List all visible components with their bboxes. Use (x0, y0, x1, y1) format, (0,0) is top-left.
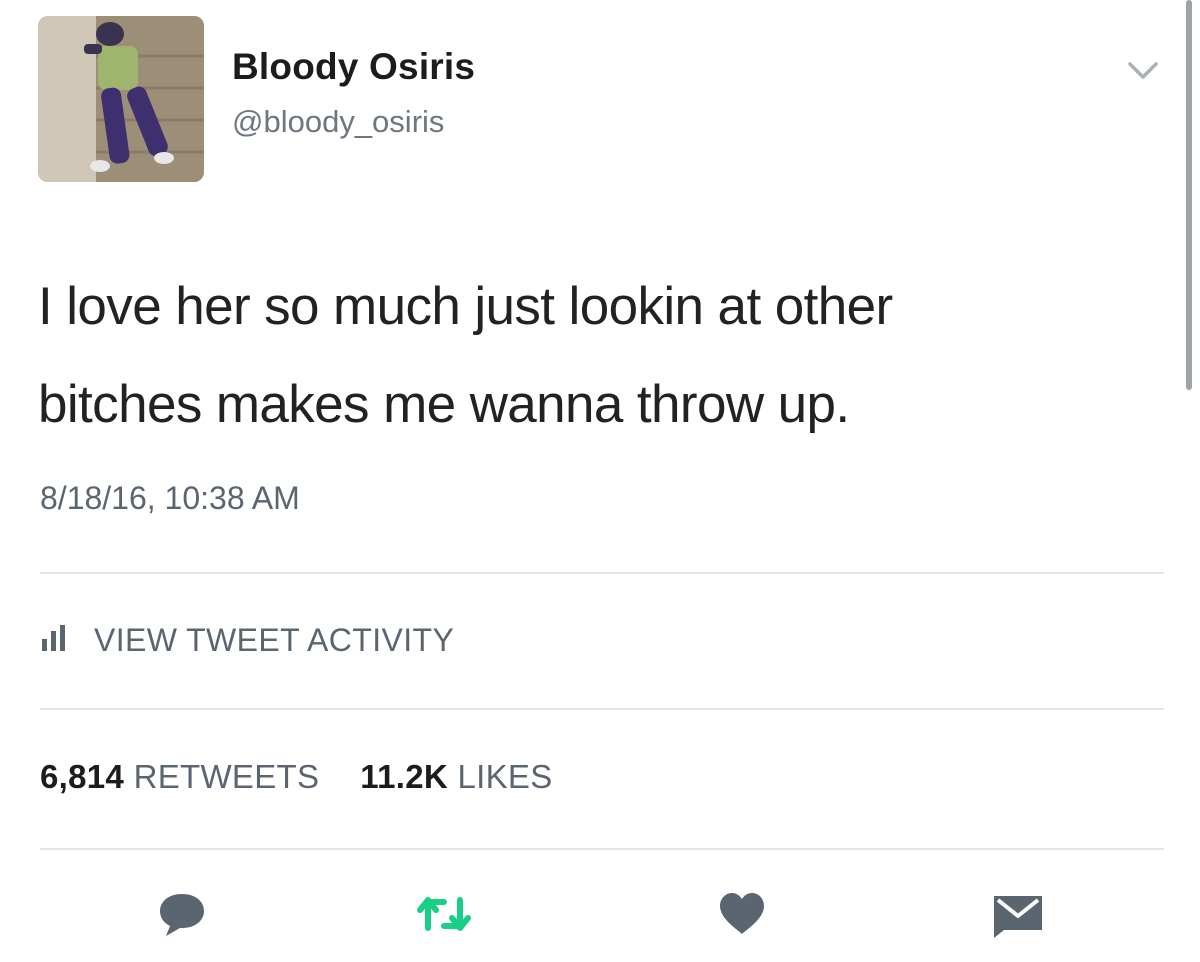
avatar-photo (38, 16, 204, 182)
retweet-icon (412, 888, 476, 945)
scrollbar[interactable] (1186, 0, 1192, 390)
likes-label: LIKES (457, 758, 553, 795)
likes-stat[interactable]: 11.2K LIKES (360, 758, 552, 795)
retweets-label: RETWEETS (133, 758, 320, 795)
view-tweet-activity-label: VIEW TWEET ACTIVITY (94, 621, 455, 658)
author-handle[interactable]: @bloody_osiris (232, 104, 444, 140)
chevron-down-icon[interactable] (1120, 50, 1166, 90)
tweet-text-line: I love her so much just lookin at other (38, 277, 893, 336)
divider (40, 572, 1164, 574)
tweet-text: I love her so much just lookin at other … (38, 258, 1158, 454)
tweet-detail-screen: Bloody Osiris @bloody_osiris I love her … (0, 0, 1200, 962)
direct-message-button[interactable] (988, 888, 1048, 944)
divider (40, 848, 1164, 850)
tweet-stats: 6,814 RETWEETS 11.2K LIKES (40, 758, 553, 796)
envelope-icon (988, 888, 1048, 945)
bar-chart-icon (40, 623, 80, 658)
view-tweet-activity-link[interactable]: VIEW TWEET ACTIVITY (40, 618, 454, 662)
heart-icon (714, 888, 770, 945)
reply-bubble-icon (154, 888, 210, 945)
tweet-text-line: bitches makes me wanna throw up. (38, 375, 850, 434)
likes-count: 11.2K (360, 758, 448, 795)
retweets-stat[interactable]: 6,814 RETWEETS (40, 758, 329, 795)
divider (40, 708, 1164, 710)
avatar[interactable] (38, 16, 204, 182)
author-display-name[interactable]: Bloody Osiris (232, 46, 475, 88)
retweets-count: 6,814 (40, 758, 125, 795)
tweet-timestamp[interactable]: 8/18/16, 10:38 AM (40, 480, 300, 517)
retweet-button[interactable] (414, 888, 474, 944)
like-button[interactable] (712, 888, 772, 944)
reply-button[interactable] (152, 888, 212, 944)
